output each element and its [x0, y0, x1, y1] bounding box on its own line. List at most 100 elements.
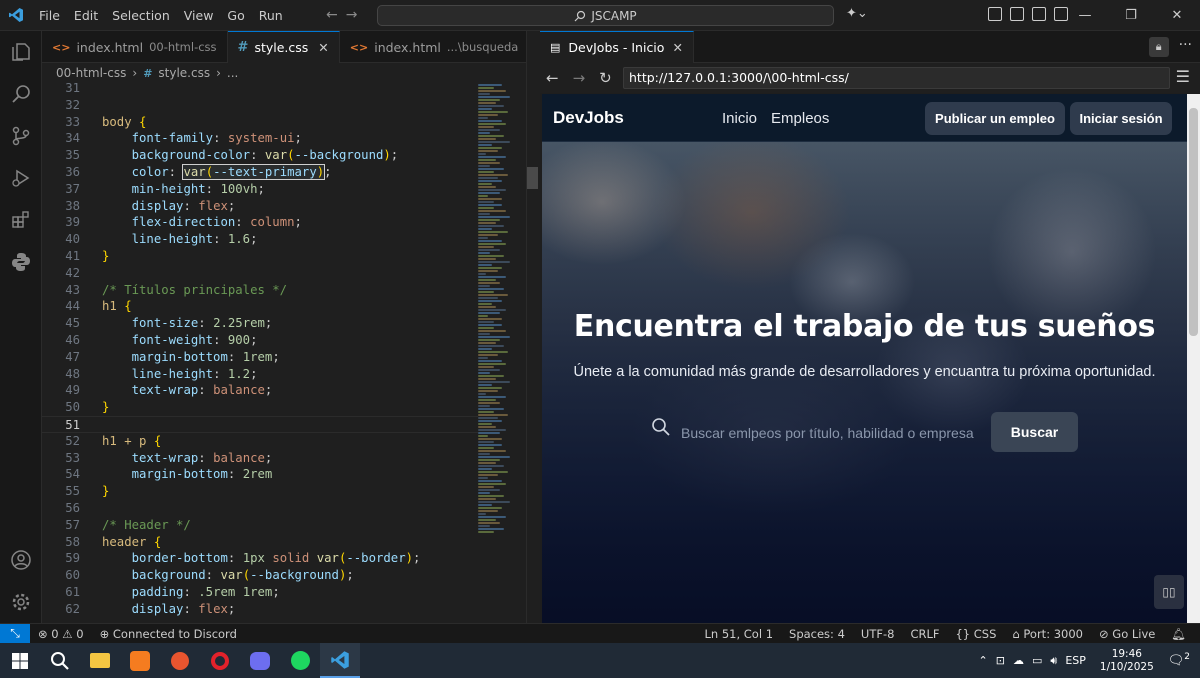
- search-icon[interactable]: [0, 73, 42, 115]
- code-line[interactable]: 36 color: var(--text-primary);: [42, 163, 526, 181]
- tab-index-html[interactable]: <> index.html 00-html-css: [42, 31, 228, 63]
- code-editor[interactable]: 31 32 33 body {34 font-family: system-ui; 35…: [42, 83, 526, 623]
- code-line[interactable]: 31: [42, 83, 526, 97]
- browser-scrollbar-thumb[interactable]: [1189, 108, 1198, 336]
- code-line[interactable]: 48 line-height: 1.2;: [42, 366, 526, 383]
- search-button[interactable]: Buscar: [991, 412, 1078, 452]
- discord-icon[interactable]: [240, 643, 280, 678]
- code-line[interactable]: 59 border-bottom: 1px solid var(--border…: [42, 550, 526, 567]
- code-line[interactable]: 60 background: var(--background);: [42, 567, 526, 584]
- cursor-position[interactable]: Ln 51, Col 1: [696, 627, 781, 641]
- code-line[interactable]: 47 margin-bottom: 1rem;: [42, 349, 526, 366]
- copilot-icon[interactable]: ✦⌄: [846, 6, 868, 21]
- nav-link-empleos[interactable]: Empleos: [771, 110, 829, 127]
- menu-item-selection[interactable]: Selection: [105, 8, 177, 23]
- breadcrumb-file[interactable]: style.css: [158, 66, 210, 80]
- publish-job-button[interactable]: Publicar un empleo: [925, 102, 1065, 135]
- taskbar-search-icon[interactable]: [40, 643, 80, 678]
- language-mode[interactable]: {} CSS: [947, 627, 1004, 641]
- code-line[interactable]: 56: [42, 500, 526, 517]
- close-icon[interactable]: ✕: [1154, 0, 1200, 31]
- browser-forward-icon[interactable]: →: [573, 69, 586, 87]
- close-tab-icon[interactable]: ✕: [672, 40, 682, 55]
- tray-overflow-icon[interactable]: ⌃: [979, 654, 988, 667]
- code-line[interactable]: 46 font-weight: 900;: [42, 332, 526, 349]
- layout-customize-icon[interactable]: [988, 7, 1002, 21]
- go-live-button[interactable]: ⊘ Go Live: [1091, 627, 1163, 641]
- opera-icon[interactable]: [200, 643, 240, 678]
- problems-indicator[interactable]: ⊗ 0 ⚠ 0: [30, 627, 92, 641]
- url-field[interactable]: http://127.0.0.1:3000/\00-html-css/: [623, 67, 1170, 89]
- windows-start-icon[interactable]: [0, 643, 40, 678]
- toggle-sidebar-icon[interactable]: [1010, 7, 1024, 21]
- toggle-panel-icon[interactable]: [1032, 7, 1046, 21]
- code-line[interactable]: 32: [42, 97, 526, 114]
- remote-icon[interactable]: ⤡: [0, 623, 30, 644]
- code-line[interactable]: 34 font-family: system-ui;: [42, 130, 526, 147]
- code-line[interactable]: 61 padding: .5rem 1rem;: [42, 584, 526, 601]
- restore-icon[interactable]: ❐: [1108, 0, 1154, 31]
- code-line[interactable]: 42: [42, 265, 526, 282]
- minimize-icon[interactable]: —: [1062, 0, 1108, 31]
- browser-menu-icon[interactable]: ☰: [1176, 67, 1190, 86]
- vscode-taskbar-icon[interactable]: [320, 643, 360, 678]
- tray-app-icon[interactable]: ⊡: [996, 654, 1005, 667]
- indentation[interactable]: Spaces: 4: [781, 627, 853, 641]
- lock-icon[interactable]: 🔒︎: [1148, 37, 1169, 57]
- forward-arrow-icon[interactable]: →: [346, 7, 358, 23]
- code-line[interactable]: 58 header {: [42, 534, 526, 551]
- code-line[interactable]: 38 display: flex;: [42, 198, 526, 215]
- back-arrow-icon[interactable]: ←: [326, 7, 338, 23]
- code-line[interactable]: 49 text-wrap: balance;: [42, 382, 526, 399]
- discord-status[interactable]: ⊕ Connected to Discord: [92, 627, 245, 641]
- postman-icon[interactable]: [160, 643, 200, 678]
- settings-gear-icon[interactable]: [0, 581, 42, 623]
- notifications-icon[interactable]: 🔔︎: [1163, 627, 1194, 641]
- browser-tab[interactable]: ▤ DevJobs - Inicio ✕: [540, 30, 694, 63]
- code-line[interactable]: 54 margin-bottom: 2rem: [42, 466, 526, 483]
- explorer-icon[interactable]: [0, 31, 42, 73]
- encoding[interactable]: UTF-8: [853, 627, 903, 641]
- devtools-toggle-icon[interactable]: ▯▯: [1154, 575, 1184, 609]
- tab-index-html-busqueda[interactable]: <> index.html ...\busqueda: [340, 31, 529, 63]
- editor-scrollbar[interactable]: [526, 31, 540, 623]
- code-line[interactable]: 35 background-color: var(--background);: [42, 147, 526, 164]
- menu-item-go[interactable]: Go: [220, 8, 251, 23]
- login-button[interactable]: Iniciar sesión: [1070, 102, 1172, 135]
- code-line[interactable]: 55}: [42, 483, 526, 500]
- source-control-icon[interactable]: [0, 115, 42, 157]
- code-line[interactable]: 57 /* Header */: [42, 517, 526, 534]
- more-actions-icon[interactable]: ···: [1179, 37, 1192, 57]
- clock[interactable]: 19:46 1/10/2025: [1094, 648, 1160, 674]
- live-server-port[interactable]: ⌂ Port: 3000: [1004, 627, 1091, 641]
- notification-center-icon[interactable]: 🗨︎2: [1168, 652, 1200, 668]
- site-logo[interactable]: DevJobs: [553, 108, 624, 128]
- code-line[interactable]: 45 font-size: 2.25rem;: [42, 315, 526, 332]
- code-line[interactable]: 40 line-height: 1.6;: [42, 231, 526, 248]
- python-icon[interactable]: [0, 241, 42, 283]
- code-line[interactable]: 44 h1 {: [42, 298, 526, 315]
- cloud-icon[interactable]: ☁: [1013, 654, 1024, 667]
- input-language[interactable]: ESP: [1065, 654, 1086, 667]
- extensions-icon[interactable]: [0, 199, 42, 241]
- end-of-line[interactable]: CRLF: [902, 627, 947, 641]
- code-line[interactable]: 50}: [42, 399, 526, 416]
- code-line[interactable]: 41}: [42, 248, 526, 265]
- command-center[interactable]: JSCAMP: [377, 5, 834, 26]
- code-line[interactable]: 37 min-height: 100vh;: [42, 181, 526, 198]
- code-line[interactable]: 52 h1 + p {: [42, 433, 526, 450]
- code-line[interactable]: 51: [42, 415, 526, 433]
- code-line[interactable]: 33 body {: [42, 114, 526, 131]
- breadcrumb-folder[interactable]: 00-html-css: [56, 66, 126, 80]
- code-line[interactable]: 62 display: flex;: [42, 601, 526, 618]
- search-input[interactable]: Buscar emlpeos por título, habilidad o e…: [681, 425, 974, 441]
- account-icon[interactable]: [0, 539, 42, 581]
- menu-item-file[interactable]: File: [32, 8, 67, 23]
- code-line[interactable]: 39 flex-direction: column;: [42, 214, 526, 231]
- browser-reload-icon[interactable]: ↻: [599, 69, 612, 87]
- breadcrumb-symbol[interactable]: ...: [227, 66, 238, 80]
- code-line[interactable]: 43 /* Títulos principales */: [42, 282, 526, 299]
- network-icon[interactable]: ▭: [1032, 654, 1042, 667]
- run-debug-icon[interactable]: [0, 157, 42, 199]
- minimap[interactable]: [478, 83, 526, 623]
